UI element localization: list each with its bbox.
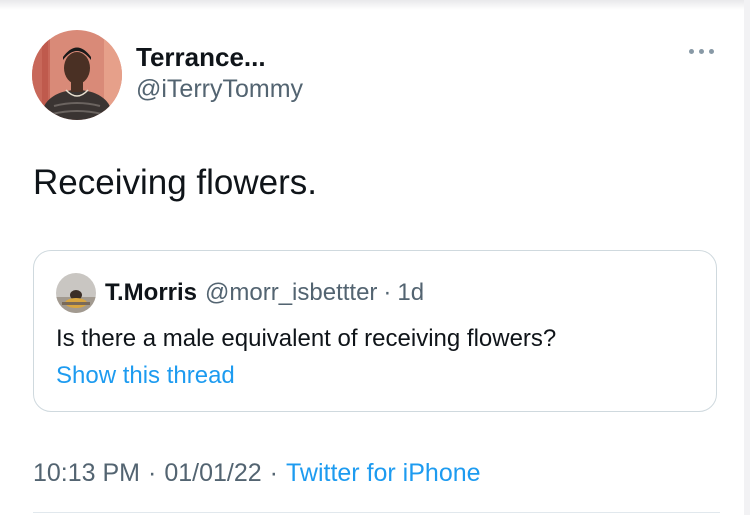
tweet-meta: 10:13 PM · 01/01/22 · Twitter for iPhone [33,457,481,489]
more-dot [709,49,714,54]
show-thread-link[interactable]: Show this thread [56,360,235,392]
tweet-header: Terrance... @iTerryTommy [32,30,303,120]
meta-separator: · [269,459,278,487]
quoted-handle: @morr_isbettter [205,279,378,306]
more-dot [689,49,694,54]
right-edge [744,0,750,515]
meta-separator: · [148,459,157,487]
quoted-avatar [56,273,96,313]
author-handle[interactable]: @iTerryTommy [136,73,303,105]
tweet-date: 01/01/22 [164,459,262,487]
tweet-time: 10:13 PM [33,459,141,487]
quoted-tweet-card[interactable]: T.Morris @morr_isbettter · 1d Is there a… [33,250,717,412]
quoted-tweet-header: T.Morris @morr_isbettter · 1d [56,273,424,313]
author-names: Terrance... @iTerryTommy [136,41,303,105]
author-display-name[interactable]: Terrance... [136,41,303,73]
top-fade [0,0,750,10]
tweet-text: Receiving flowers. [33,163,317,202]
quoted-tweet-text: Is there a male equivalent of receiving … [56,325,557,352]
quoted-time: 1d [397,279,425,306]
tweet-source-link[interactable]: Twitter for iPhone [286,459,481,487]
avatar[interactable] [32,30,122,120]
more-dot [699,49,704,54]
tweet: Terrance... @iTerryTommy Receiving flowe… [0,0,750,515]
quoted-separator: · [383,279,392,306]
quoted-display-name: T.Morris [105,279,198,306]
more-horizontal-icon[interactable] [689,49,714,54]
divider [33,512,720,513]
